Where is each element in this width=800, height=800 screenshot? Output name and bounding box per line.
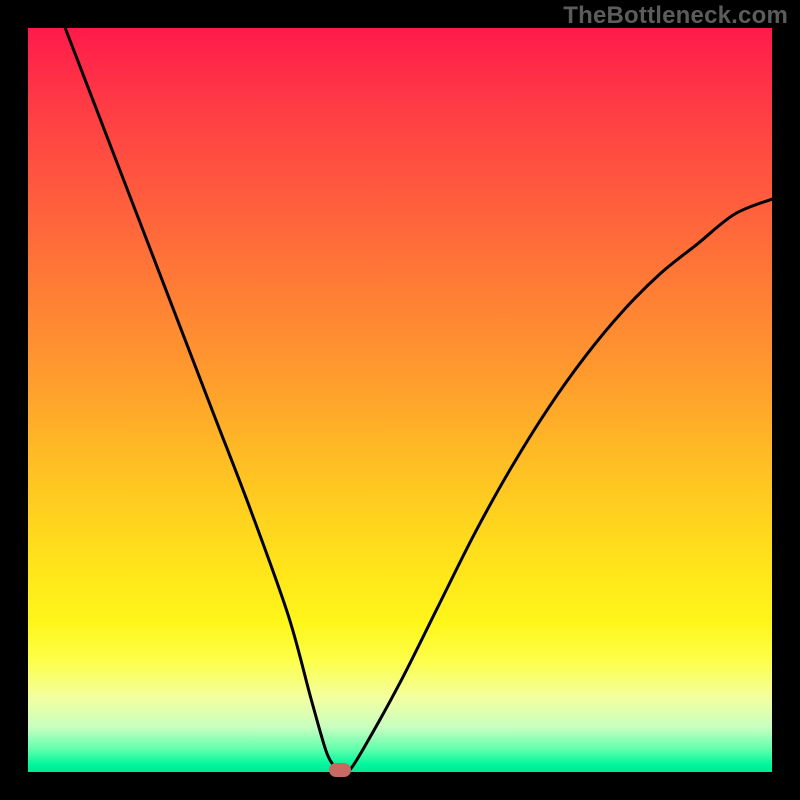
bottleneck-curve — [65, 28, 772, 772]
plot-area — [28, 28, 772, 772]
watermark-text: TheBottleneck.com — [563, 2, 788, 30]
optimal-point-marker — [329, 763, 351, 777]
chart-frame: TheBottleneck.com — [0, 0, 800, 800]
curve-svg — [28, 28, 772, 772]
